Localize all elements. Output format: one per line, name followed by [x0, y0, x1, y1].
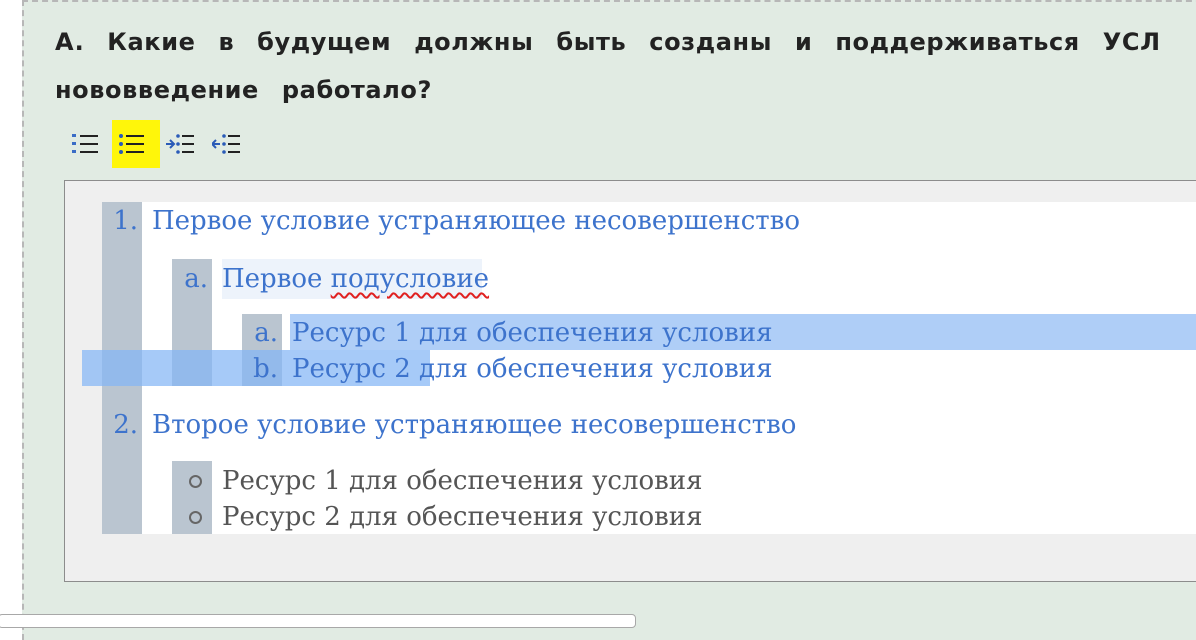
list-marker-1a: a.	[184, 264, 208, 294]
list-item-2-resource-1[interactable]: Ресурс 1 для обеспечения условия	[222, 464, 702, 498]
indent-icon	[166, 134, 194, 154]
list-item-2[interactable]: Второе условие устраняющее несовершенств…	[152, 408, 796, 442]
list-marker-2: 2.	[113, 410, 138, 440]
question-line-1: A. Какие в будущем должны быть созданы и…	[55, 28, 1161, 56]
indent-button[interactable]	[160, 120, 208, 168]
list-marker-resource-a: a.	[254, 318, 278, 348]
numbered-list-button[interactable]	[66, 120, 114, 168]
list-item-1[interactable]: Первое условие устраняющее несовершенств…	[152, 204, 800, 238]
list-item-1a-text: Первое	[222, 264, 331, 294]
list-item-resource-b[interactable]: Ресурс 2 для обеспечения условия	[292, 352, 772, 386]
question-title: A. Какие в будущем должны быть созданы и…	[55, 18, 1196, 114]
question-line-2: нововведение работало?	[55, 76, 433, 104]
bulleted-list-icon	[119, 134, 144, 154]
list-item-resource-a[interactable]: Ресурс 1 для обеспечения условия	[292, 316, 772, 350]
list-marker-1: 1.	[113, 206, 138, 236]
circle-bullet-icon	[189, 475, 202, 488]
list-marker-resource-b: b.	[253, 354, 278, 384]
numbered-list-icon	[72, 134, 98, 153]
circle-bullet-icon	[189, 511, 202, 524]
bottom-popup-edge	[0, 614, 636, 628]
list-item-2-resource-2[interactable]: Ресурс 2 для обеспечения условия	[222, 500, 702, 534]
outdent-button[interactable]	[206, 120, 254, 168]
misspelled-word[interactable]: подусловие	[331, 264, 489, 294]
bulleted-list-button[interactable]	[112, 120, 160, 168]
outdent-icon	[212, 134, 240, 154]
list-item-1a[interactable]: Первое подусловие	[222, 262, 489, 296]
